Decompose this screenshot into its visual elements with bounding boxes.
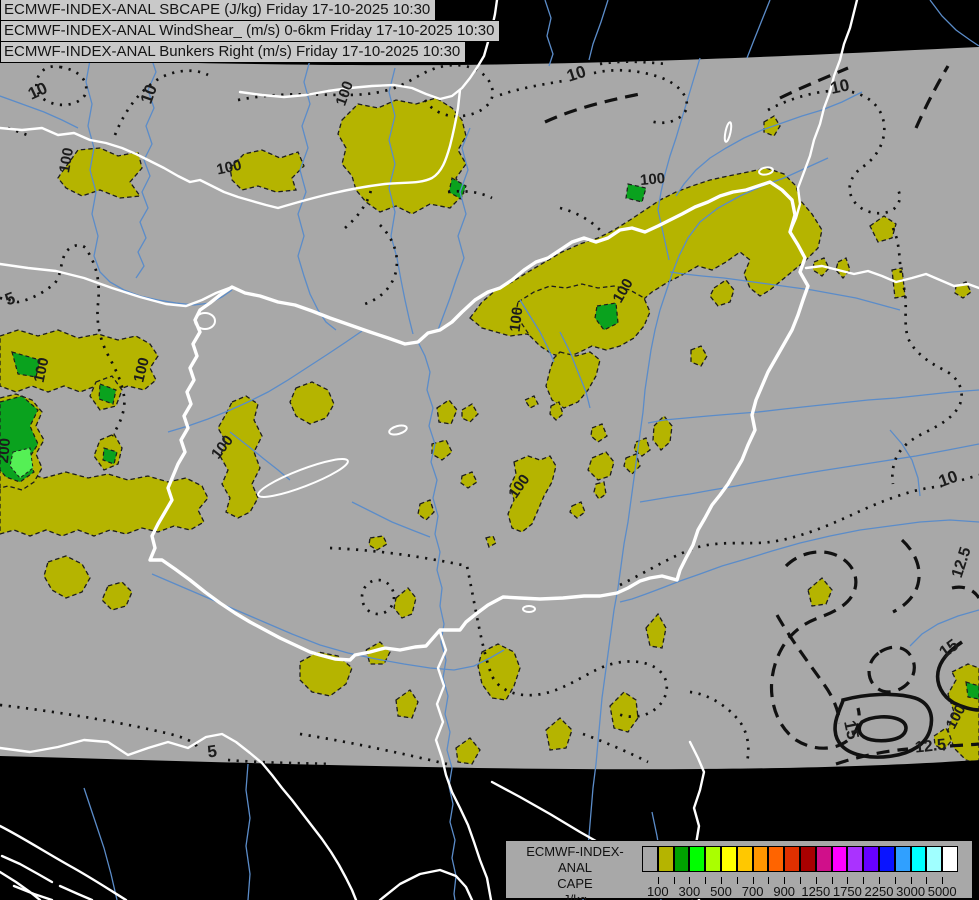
legend-tick-label: 300 <box>678 884 701 899</box>
legend-cell <box>894 846 911 872</box>
country-border <box>378 868 474 900</box>
legend-tick-label: 3000 <box>896 884 926 899</box>
river <box>588 0 609 61</box>
legend-tick <box>942 877 944 884</box>
contour-label: 12.5 <box>914 736 947 756</box>
legend-tick <box>926 877 928 884</box>
legend-tick <box>863 877 865 884</box>
legend-tick <box>705 877 707 884</box>
legend-tick <box>910 877 912 884</box>
contour-label: 100 <box>639 170 665 189</box>
legend-subtitle: CAPE <box>557 876 593 891</box>
legend-tick <box>721 877 722 884</box>
river <box>929 0 979 47</box>
legend-cell <box>642 846 658 872</box>
legend-text: ECMWF-INDEX-ANAL CAPE J/kg <box>514 844 636 900</box>
river <box>544 0 554 67</box>
legend-cell <box>752 846 769 872</box>
coastline <box>0 870 42 900</box>
legend-cell <box>673 846 690 872</box>
contour-label: 10 <box>829 75 851 98</box>
legend-tick <box>673 877 675 884</box>
legend-cell <box>800 846 816 872</box>
legend-cell <box>768 846 785 872</box>
legend-tick <box>752 877 754 884</box>
legend-cell <box>689 846 706 872</box>
legend-cell <box>657 846 674 872</box>
legend-tick-label: 2250 <box>864 884 894 899</box>
legend-tick <box>831 877 833 884</box>
title-bunkers: ECMWF-INDEX-ANAL Bunkers Right (m/s) Fri… <box>0 41 467 63</box>
legend-cell <box>815 846 832 872</box>
title-block: ECMWF-INDEX-ANAL SBCAPE (J/kg) Friday 17… <box>0 0 501 63</box>
river <box>245 763 251 900</box>
legend-tick-label: 5000 <box>927 884 957 899</box>
legend-cell <box>926 846 943 872</box>
title-windshear: ECMWF-INDEX-ANAL WindShear_ (m/s) 0-6km … <box>0 20 501 42</box>
title-sbcape: ECMWF-INDEX-ANAL SBCAPE (J/kg) Friday 17… <box>0 0 437 21</box>
legend-tick <box>784 877 786 884</box>
legend-cell <box>863 846 879 872</box>
legend-cell <box>910 846 927 872</box>
legend-tick-label: 1250 <box>801 884 831 899</box>
legend-tick <box>894 877 896 884</box>
legend-tick-label: 1750 <box>832 884 862 899</box>
legend-cell <box>942 846 958 872</box>
cape-legend: ECMWF-INDEX-ANAL CAPE J/kg 100 300 500 700 9… <box>505 840 973 900</box>
river <box>746 0 771 59</box>
legend-title: ECMWF-INDEX-ANAL <box>526 844 624 875</box>
legend-tick <box>657 877 659 884</box>
legend-cell <box>847 846 864 872</box>
contour-label: 15 <box>840 719 863 741</box>
legend-tick-label: 500 <box>710 884 732 899</box>
legend-tick <box>879 877 880 884</box>
legend-tick <box>800 877 801 884</box>
legend-tick <box>847 877 849 884</box>
legend-tick-label: 700 <box>741 884 764 899</box>
legend-units: J/kg <box>563 892 587 900</box>
legend-cell <box>736 846 753 872</box>
contour-label: 100 <box>507 306 527 333</box>
legend-tick <box>768 877 770 884</box>
legend-cell <box>784 846 800 872</box>
legend-tick-label: 100 <box>646 884 669 899</box>
legend-cell <box>721 846 737 872</box>
legend-cell <box>831 846 848 872</box>
legend-cell <box>879 846 895 872</box>
legend-tick <box>736 877 738 884</box>
coastline <box>58 884 94 900</box>
legend-cell <box>705 846 721 872</box>
legend-tick <box>689 877 691 884</box>
legend-tick-label: 900 <box>773 884 796 899</box>
contour-label: 200 <box>0 437 14 463</box>
legend-tick <box>815 877 817 884</box>
weather-map-screenshot: 10 10 100 100 100 100 100 100 10 10 100 100 100 200 5 5… <box>0 0 979 900</box>
weather-map: 10 10100 1001001001001001010100100 10020055… <box>0 0 979 900</box>
